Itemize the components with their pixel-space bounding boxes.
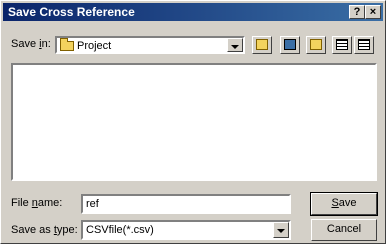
save-button[interactable]: Save <box>310 192 378 216</box>
save-in-dropdown[interactable]: Project <box>55 36 245 54</box>
save-as-type-label: Save as type: <box>11 224 78 236</box>
help-button[interactable]: ? <box>349 5 365 19</box>
new-folder-icon <box>310 39 322 50</box>
dialog-title: Save Cross Reference <box>8 5 135 19</box>
up-one-level-icon <box>256 39 268 50</box>
title-bar[interactable]: Save Cross Reference ? × <box>3 3 383 21</box>
save-dialog: Save Cross Reference ? × Save in: Projec… <box>0 0 386 244</box>
folder-icon <box>60 38 74 51</box>
save-in-label: Save in: <box>11 38 51 50</box>
desktop-button[interactable] <box>280 36 300 54</box>
chevron-down-icon[interactable] <box>227 38 243 52</box>
file-name-label: File name: <box>11 197 63 209</box>
details-view-button[interactable] <box>354 36 374 54</box>
new-folder-button[interactable] <box>306 36 326 54</box>
details-view-icon <box>358 39 370 50</box>
cancel-button[interactable]: Cancel <box>311 219 377 241</box>
chevron-down-icon[interactable] <box>273 222 289 238</box>
list-view-button[interactable] <box>332 36 352 54</box>
save-as-type-dropdown[interactable]: CSVfile(*.csv) <box>81 220 291 240</box>
list-view-icon <box>336 39 348 50</box>
close-button[interactable]: × <box>365 5 381 19</box>
save-as-type-value: CSVfile(*.csv) <box>86 224 154 236</box>
file-name-input[interactable]: ref <box>81 194 291 214</box>
save-in-value: Project <box>77 40 112 52</box>
file-list[interactable] <box>11 63 377 181</box>
up-one-level-button[interactable] <box>252 36 272 54</box>
desktop-icon <box>284 39 296 50</box>
